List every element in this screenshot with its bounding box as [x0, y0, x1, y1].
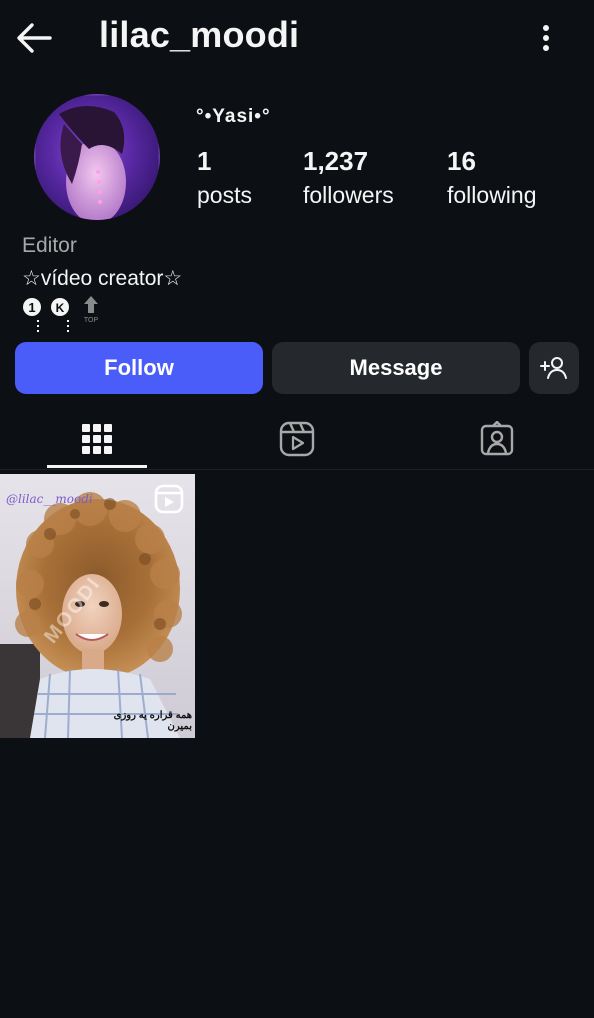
back-button[interactable]	[14, 18, 56, 60]
tab-posts-grid[interactable]	[47, 408, 147, 470]
followers-count-label: followers	[303, 182, 394, 208]
add-user-icon	[540, 357, 567, 379]
profile-page: lilac_moodi °•Yasi•° 1 posts 1,237 follo…	[0, 0, 594, 1018]
circled-k-icon: K	[51, 298, 69, 332]
post-thumbnail[interactable]: @lilac__moodi MOODI همه قراره یه روزی بم…	[0, 474, 195, 738]
tab-reels[interactable]	[247, 408, 347, 470]
followers-count[interactable]: 1,237 followers	[303, 146, 394, 212]
message-button[interactable]: Message	[272, 342, 520, 394]
grid-icon	[82, 424, 112, 454]
display-name: °•Yasi•°	[196, 106, 271, 127]
reels-icon	[279, 421, 315, 457]
posts-count: 1 posts	[197, 146, 252, 212]
following-count[interactable]: 16 following	[447, 146, 537, 212]
bio-text: ☆vídeo creator☆	[22, 267, 183, 290]
post-watermark: @lilac__moodi	[6, 492, 93, 506]
tab-divider	[0, 469, 594, 470]
svg-text:K: K	[56, 301, 65, 315]
more-options-button[interactable]	[530, 22, 562, 56]
post-image	[0, 474, 195, 738]
follow-button[interactable]: Follow	[15, 342, 263, 394]
posts-count-value: 1	[197, 146, 212, 176]
profile-category: Editor	[22, 234, 77, 257]
top-bar: lilac_moodi	[0, 0, 594, 80]
avatar-image	[34, 94, 160, 220]
following-count-value: 16	[447, 146, 476, 176]
keycap-one-icon: 1	[23, 298, 41, 332]
top-arrow-icon: TOP	[84, 296, 99, 324]
back-arrow-icon	[17, 23, 52, 53]
top-arrow-label: TOP	[84, 317, 99, 324]
svg-text:1: 1	[28, 300, 35, 315]
followers-count-value: 1,237	[303, 146, 369, 176]
bio-emoji-row: 1 K TOP	[22, 294, 112, 334]
profile-username: lilac_moodi	[99, 14, 300, 55]
following-count-label: following	[447, 182, 537, 208]
posts-count-label: posts	[197, 182, 252, 208]
post-caption: همه قراره یه روزی بمیرن	[113, 710, 192, 732]
tagged-user-icon	[480, 421, 514, 456]
suggest-users-button[interactable]	[529, 342, 579, 394]
more-vertical-icon	[543, 25, 549, 51]
active-tab-indicator	[47, 465, 147, 468]
tab-tagged[interactable]	[447, 408, 547, 470]
avatar[interactable]	[34, 94, 160, 220]
